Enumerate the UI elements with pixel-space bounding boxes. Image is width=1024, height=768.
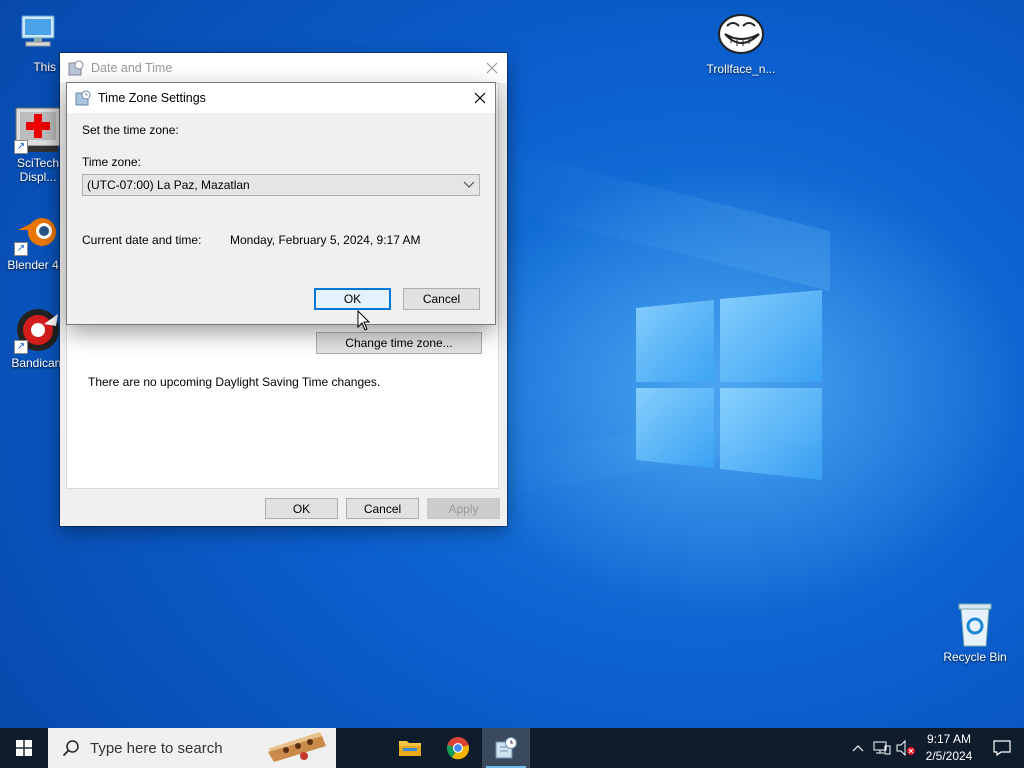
dialog-title: Time Zone Settings [98,91,206,105]
scitech-icon: ↗ [14,106,62,154]
desktop-icon-label: Recycle Bin [943,650,1007,664]
cancel-button[interactable]: Cancel [346,498,419,519]
volume-muted-icon [896,740,915,756]
desktop-icon-recycle-bin[interactable]: Recycle Bin [936,600,1014,664]
date-time-titlebar[interactable]: Date and Time [60,53,507,83]
desktop-icon-trollface[interactable]: Trollface_n... [702,12,780,76]
close-button[interactable] [477,53,507,83]
shortcut-arrow-icon: ↗ [14,242,28,256]
taskbar-chrome[interactable] [434,728,482,768]
recycle-bin-icon [951,600,999,648]
taskbar-date-time-app[interactable] [482,728,530,768]
date-time-app-icon [495,737,517,759]
dst-info-text: There are no upcoming Daylight Saving Ti… [88,375,381,389]
folder-icon [399,741,421,756]
shortcut-arrow-icon: ↗ [14,140,28,154]
search-placeholder: Type here to search [90,739,223,757]
shortcut-arrow-icon: ↗ [14,340,28,354]
action-center-button[interactable] [980,728,1024,768]
blender-icon: ↗ [14,208,62,256]
search-icon [62,740,79,757]
light-beam [500,148,830,292]
close-icon [474,92,486,104]
bandicam-icon: ↗ [14,306,62,354]
volume-button[interactable] [894,728,918,768]
tz-cancel-button[interactable]: Cancel [403,288,480,310]
desktop: This PC ↗ SciTech Displ... ↗ Blender 4..… [0,0,1024,728]
close-icon [486,62,498,74]
clock-time: 9:17 AM [926,732,972,746]
network-button[interactable] [870,728,894,768]
window-title: Date and Time [91,61,173,75]
apply-button: Apply [427,498,500,519]
start-button[interactable] [0,728,48,768]
clock-date: 2/5/2024 [925,749,973,763]
taskbar-search-box[interactable]: Type here to search [48,728,336,768]
taskbar-file-explorer[interactable] [386,728,434,768]
time-zone-settings-dialog[interactable]: Time Zone Settings Set the time zone: Ti… [67,83,495,324]
tz-dialog-titlebar[interactable]: Time Zone Settings [67,83,495,113]
time-zone-dropdown[interactable]: (UTC-07:00) La Paz, Mazatlan [82,174,480,196]
desktop-icon-label: Trollface_n... [706,62,776,76]
tz-ok-button[interactable]: OK [314,288,391,310]
computer-icon [14,10,62,58]
close-button[interactable] [465,83,495,113]
date-time-app-icon [68,60,84,76]
windows-start-icon [16,740,32,756]
show-hidden-icons-button[interactable] [846,728,870,768]
chrome-icon [446,737,470,760]
network-icon [873,741,891,755]
notification-icon [993,740,1011,756]
search-highlight-pie-icon [268,732,326,762]
windows-logo-wallpaper [636,290,822,480]
chevron-down-icon [463,181,475,188]
mouse-cursor-icon [357,310,371,331]
system-tray: 9:17 AM 2/5/2024 [846,728,1024,768]
change-time-zone-button[interactable]: Change time zone... [316,332,482,354]
current-date-time-value: Monday, February 5, 2024, 9:17 AM [230,233,421,247]
chevron-up-icon [852,745,864,752]
time-zone-selected-value: (UTC-07:00) La Paz, Mazatlan [87,178,250,192]
ok-button[interactable]: OK [265,498,338,519]
taskbar: Type here to search 9:17 AM 2/5/2024 [0,728,1024,768]
taskbar-clock[interactable]: 9:17 AM 2/5/2024 [918,731,980,765]
set-time-zone-label: Set the time zone: [82,123,179,137]
time-zone-label: Time zone: [82,155,141,169]
current-date-time-label: Current date and time: [82,233,202,247]
time-zone-app-icon [75,90,91,106]
tz-dialog-body: Set the time zone: Time zone: (UTC-07:00… [68,113,494,323]
trollface-image-icon [717,12,765,60]
